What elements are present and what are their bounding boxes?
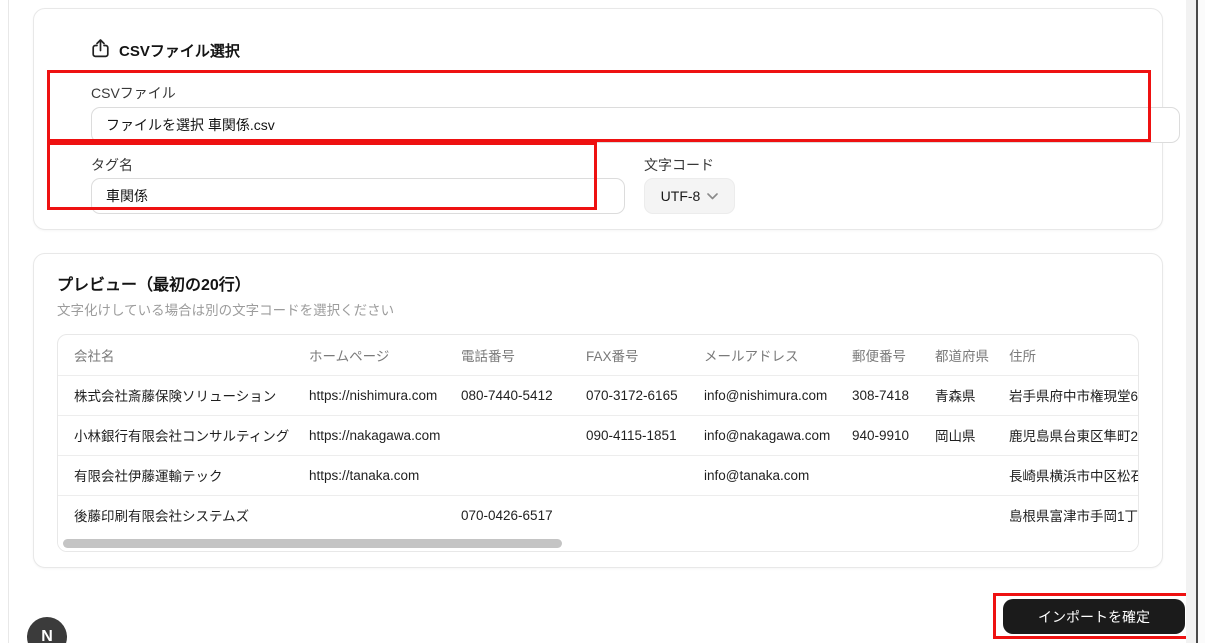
tag-name-input-value: 車関係 [106, 188, 148, 204]
column-header: 電話番号 [461, 348, 515, 364]
preview-title: プレビュー（最初の20行） [57, 277, 251, 294]
table-cell: info@nishimura.com [688, 374, 836, 415]
avatar[interactable]: N [27, 617, 67, 643]
encoding-select[interactable]: UTF-8 [644, 178, 735, 214]
table-cell: 080-7440-5412 [445, 374, 570, 415]
chevron-down-icon [707, 192, 719, 199]
table-cell: 鹿児島県台東区隼町25丁目 [993, 414, 1138, 455]
table-cell [445, 454, 570, 495]
table-cell [836, 494, 919, 535]
table-cell [293, 494, 445, 535]
table-cell: info@nakagawa.com [688, 414, 836, 455]
tag-name-label: タグ名 [91, 157, 133, 173]
tag-name-input[interactable]: 車関係 [91, 178, 625, 214]
csv-file-input-value: ファイルを選択 車関係.csv [106, 117, 275, 133]
table-cell: 長崎県横浜市中区松石1丁目 [993, 454, 1138, 495]
window-right-strip [1198, 0, 1205, 643]
column-header: メールアドレス [704, 348, 799, 364]
encoding-select-value: UTF-8 [660, 188, 701, 204]
window-right-gutter [1186, 0, 1196, 643]
table-cell: 島根県富津市手岡1丁目 [993, 494, 1138, 535]
table-cell: info@tanaka.com [688, 454, 836, 495]
csv-file-input[interactable]: ファイルを選択 車関係.csv [91, 107, 1180, 143]
table-cell [688, 494, 836, 535]
table-cell: https://tanaka.com [293, 454, 445, 495]
preview-table: 会社名 ホームページ 電話番号 FAX番号 メールアドレス 郵便番号 都道府県 住所 株式会社… [57, 334, 1139, 552]
table-cell: 岡山県 [919, 414, 993, 455]
table-cell [919, 454, 993, 495]
column-header: 都道府県 [935, 348, 989, 364]
column-header: 会社名 [74, 348, 115, 364]
column-header: 郵便番号 [852, 348, 906, 364]
table-cell [445, 414, 570, 455]
table-row: 株式会社斎藤保険ソリューション https://nishimura.com 080-… [58, 374, 1138, 415]
csv-file-select-card: CSVファイル選択 CSVファイル ファイルを選択 車関係.csv タグ名 車関… [33, 8, 1180, 230]
table-cell: 940-9910 [836, 414, 919, 455]
csv-import-page: CSVファイル選択 CSVファイル ファイルを選択 車関係.csv タグ名 車関… [0, 0, 1205, 643]
table-row: 小林銀行有限会社コンサルティング https://nakagawa.com 090-… [58, 414, 1138, 455]
table-cell: 小林銀行有限会社コンサルティング [58, 414, 293, 455]
column-header: FAX番号 [586, 348, 639, 364]
table-header-row: 会社名 ホームページ 電話番号 FAX番号 メールアドレス 郵便番号 都道府県 住所 [58, 335, 1138, 375]
preview-table-grid: 会社名 ホームページ 電話番号 FAX番号 メールアドレス 郵便番号 都道府県 住所 株式会社… [58, 335, 1138, 535]
table-cell: 070-0426-6517 [445, 494, 570, 535]
table-cell: 後藤印刷有限会社システムズ [58, 494, 293, 535]
encoding-label: 文字コード [644, 157, 714, 173]
table-cell: 070-3172-6165 [570, 374, 688, 415]
horizontal-scrollbar[interactable] [58, 535, 1138, 551]
upload-icon [90, 38, 111, 59]
table-cell: 090-4115-1851 [570, 414, 688, 455]
table-cell [570, 454, 688, 495]
horizontal-scrollbar-thumb[interactable] [63, 539, 562, 548]
confirm-import-button[interactable]: インポートを確定 [1003, 599, 1185, 634]
column-header: 住所 [1009, 348, 1036, 364]
table-row: 後藤印刷有限会社システムズ 070-0426-6517 島根県富津市手岡1丁目 [58, 494, 1138, 535]
table-cell: 岩手県府中市権現堂6丁目 [993, 374, 1138, 415]
csv-file-label: CSVファイル [91, 85, 176, 101]
table-cell [919, 494, 993, 535]
table-cell [836, 454, 919, 495]
table-cell: 青森県 [919, 374, 993, 415]
column-header: ホームページ [309, 348, 390, 364]
table-cell [570, 494, 688, 535]
card-title: CSVファイル選択 [119, 43, 240, 60]
table-cell: https://nakagawa.com [293, 414, 445, 455]
table-cell: 308-7418 [836, 374, 919, 415]
table-cell: 株式会社斎藤保険ソリューション [58, 374, 293, 415]
left-panel-divider [8, 0, 9, 643]
table-cell: 有限会社伊藤運輸テック [58, 454, 293, 495]
preview-subtitle: 文字化けしている場合は別の文字コードを選択ください [57, 303, 395, 318]
table-cell: https://nishimura.com [293, 374, 445, 415]
table-row: 有限会社伊藤運輸テック https://tanaka.com info@tanaka… [58, 454, 1138, 495]
